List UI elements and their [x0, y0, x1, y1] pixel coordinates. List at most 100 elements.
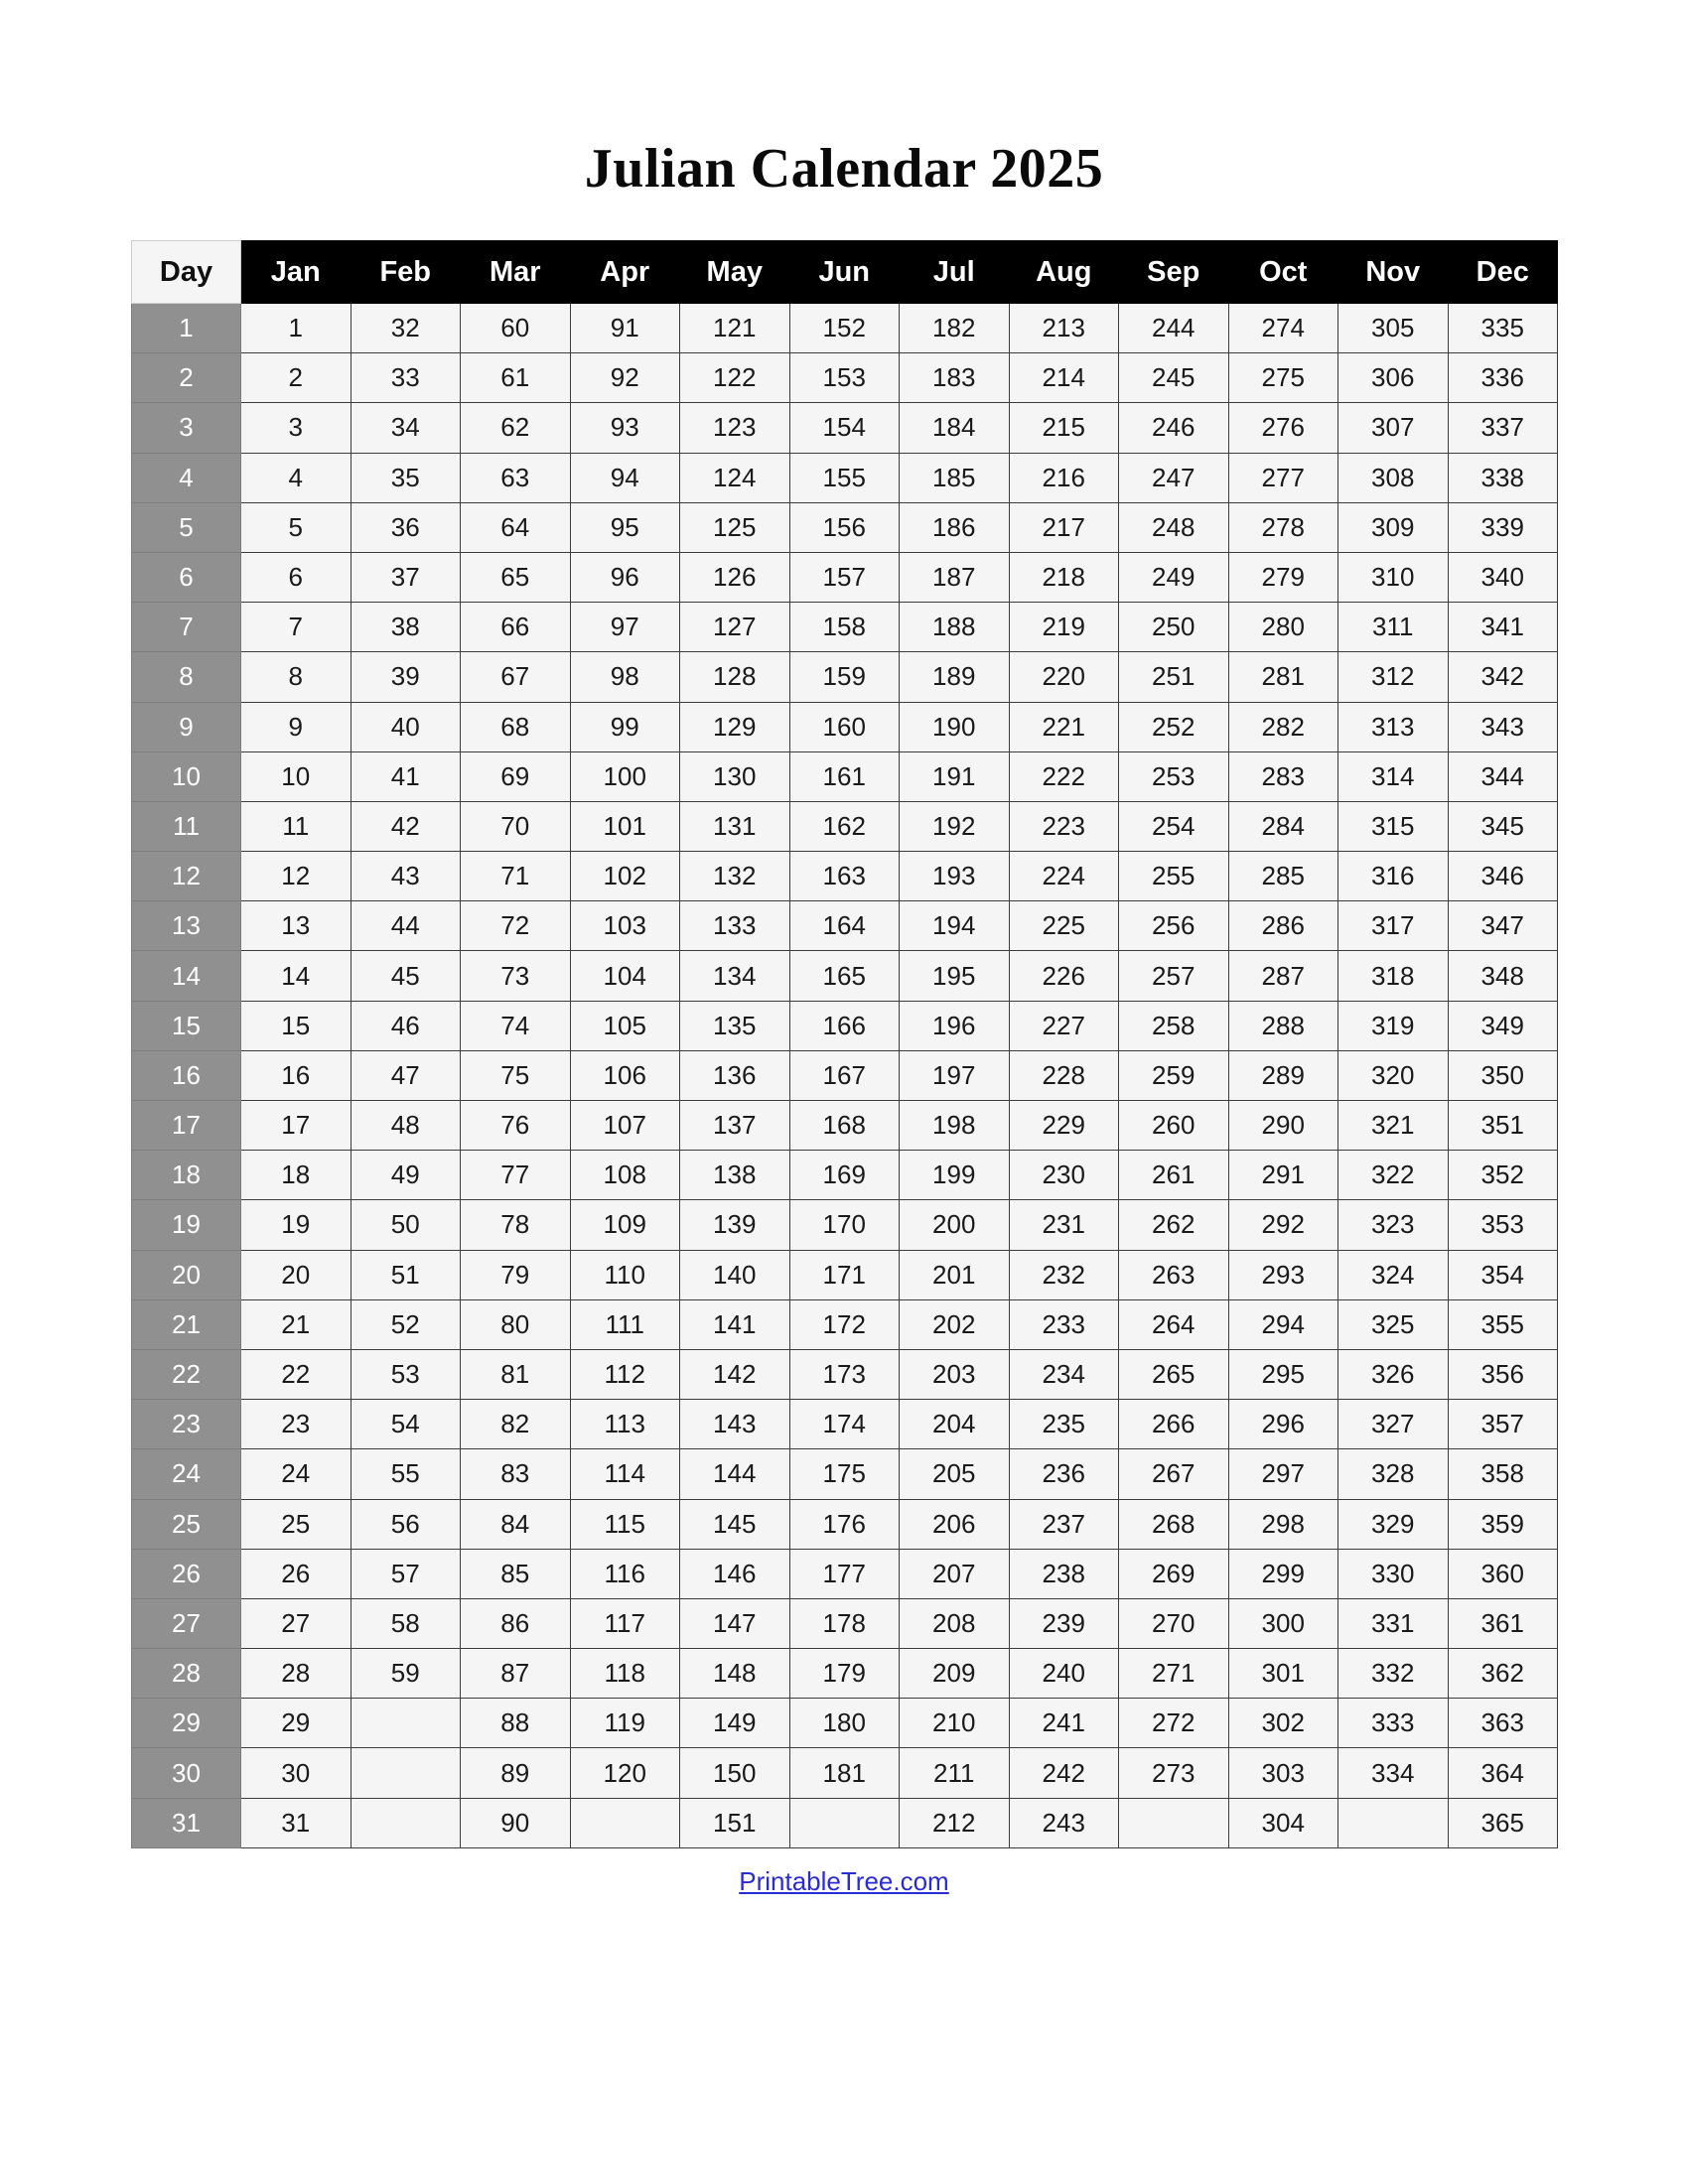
page-title: Julian Calendar 2025 [584, 138, 1104, 200]
julian-day-cell: 285 [1227, 851, 1338, 902]
julian-day-cell: 197 [899, 1049, 1010, 1102]
julian-day-cell: 33 [350, 352, 461, 404]
julian-day-cell: 166 [788, 1000, 900, 1051]
julian-day-cell: 12 [240, 851, 352, 902]
julian-day-cell: 235 [1008, 1399, 1119, 1450]
julian-day-cell [788, 1797, 900, 1848]
julian-day-cell: 199 [899, 1150, 1010, 1201]
julian-day-cell: 345 [1447, 800, 1558, 853]
julian-day-cell: 267 [1118, 1448, 1229, 1500]
column-header-oct: Oct [1227, 240, 1338, 304]
julian-day-cell: 294 [1227, 1298, 1338, 1350]
printabletree-link[interactable]: PrintableTree.com [739, 1866, 948, 1896]
julian-day-cell: 296 [1227, 1399, 1338, 1450]
julian-day-cell: 323 [1337, 1199, 1449, 1251]
julian-day-cell: 14 [240, 950, 352, 1002]
julian-day-cell: 221 [1008, 701, 1119, 752]
julian-day-cell: 185 [899, 452, 1010, 503]
column-header-dec: Dec [1447, 240, 1558, 304]
table-row: 7 7 38 66 97 127 158 188 219 250 280 311 341 [131, 602, 1558, 653]
julian-day-cell: 83 [460, 1448, 571, 1500]
julian-day-cell: 288 [1227, 1000, 1338, 1051]
calendar-page: Julian Calendar 2025 Day Jan Feb Mar Apr May J… [0, 0, 1688, 2184]
table-row: 31 31 90 151 212 243 304 365 [131, 1797, 1558, 1848]
julian-day-cell: 63 [460, 452, 571, 503]
julian-day-cell: 99 [569, 701, 680, 752]
julian-day-cell: 314 [1337, 751, 1449, 802]
julian-day-cell: 209 [899, 1648, 1010, 1700]
julian-day-cell: 205 [899, 1448, 1010, 1500]
day-number-cell: 1 [131, 302, 241, 354]
julian-day-cell: 195 [899, 950, 1010, 1002]
julian-day-cell: 125 [679, 501, 790, 553]
julian-day-cell: 360 [1447, 1548, 1558, 1599]
julian-day-cell: 142 [679, 1348, 790, 1401]
julian-day-cell: 303 [1227, 1747, 1338, 1799]
julian-day-cell: 306 [1337, 352, 1449, 404]
julian-day-cell: 315 [1337, 800, 1449, 853]
julian-day-cell: 251 [1118, 651, 1229, 703]
julian-day-cell: 154 [788, 402, 900, 454]
julian-day-cell: 122 [679, 352, 790, 404]
julian-day-cell: 143 [679, 1399, 790, 1450]
julian-day-cell: 102 [569, 851, 680, 902]
julian-day-cell: 9 [240, 701, 352, 752]
julian-day-cell: 344 [1447, 751, 1558, 802]
julian-day-cell: 358 [1447, 1448, 1558, 1500]
julian-day-cell: 338 [1447, 452, 1558, 503]
julian-day-cell: 73 [460, 950, 571, 1002]
table-row: 24 24 55 83 114 144 175 205 236 267 297 328 358 [131, 1448, 1558, 1500]
julian-day-cell: 153 [788, 352, 900, 404]
julian-day-cell: 266 [1118, 1399, 1229, 1450]
julian-day-cell: 79 [460, 1249, 571, 1300]
julian-day-cell: 259 [1118, 1049, 1229, 1102]
julian-day-cell: 8 [240, 651, 352, 703]
julian-day-cell: 231 [1008, 1199, 1119, 1251]
julian-day-cell: 228 [1008, 1049, 1119, 1102]
julian-day-cell: 124 [679, 452, 790, 503]
julian-day-cell: 213 [1008, 302, 1119, 354]
julian-day-cell: 273 [1118, 1747, 1229, 1799]
julian-day-cell: 139 [679, 1199, 790, 1251]
julian-day-cell: 291 [1227, 1150, 1338, 1201]
julian-day-cell: 2 [240, 352, 352, 404]
julian-day-cell: 191 [899, 751, 1010, 802]
julian-day-cell: 337 [1447, 402, 1558, 454]
julian-day-cell: 10 [240, 751, 352, 802]
julian-day-cell: 261 [1118, 1150, 1229, 1201]
day-number-cell: 10 [131, 751, 241, 802]
julian-day-cell: 232 [1008, 1249, 1119, 1300]
julian-day-cell: 188 [899, 602, 1010, 653]
day-number-cell: 4 [131, 452, 241, 503]
julian-day-cell: 158 [788, 602, 900, 653]
julian-day-cell: 167 [788, 1049, 900, 1102]
day-number-cell: 23 [131, 1399, 241, 1450]
julian-day-cell: 117 [569, 1597, 680, 1650]
julian-day-cell: 299 [1227, 1548, 1338, 1599]
julian-day-cell: 129 [679, 701, 790, 752]
julian-day-cell: 214 [1008, 352, 1119, 404]
julian-day-cell: 68 [460, 701, 571, 752]
julian-day-cell: 65 [460, 551, 571, 604]
julian-day-cell: 336 [1447, 352, 1558, 404]
table-row: 6 6 37 65 96 126 157 187 218 249 279 310 340 [131, 551, 1558, 604]
julian-day-cell: 212 [899, 1797, 1010, 1848]
julian-day-cell: 20 [240, 1249, 352, 1300]
julian-day-cell: 236 [1008, 1448, 1119, 1500]
julian-day-cell: 364 [1447, 1747, 1558, 1799]
julian-day-cell: 21 [240, 1298, 352, 1350]
julian-day-cell: 31 [240, 1797, 352, 1848]
julian-day-cell: 239 [1008, 1597, 1119, 1650]
julian-day-cell: 3 [240, 402, 352, 454]
day-number-cell: 2 [131, 352, 241, 404]
julian-day-cell: 339 [1447, 501, 1558, 553]
julian-day-cell: 304 [1227, 1797, 1338, 1848]
julian-day-cell: 265 [1118, 1348, 1229, 1401]
julian-day-cell: 281 [1227, 651, 1338, 703]
julian-day-cell: 91 [569, 302, 680, 354]
column-header-nov: Nov [1337, 240, 1449, 304]
column-header-aug: Aug [1008, 240, 1119, 304]
julian-day-cell: 190 [899, 701, 1010, 752]
julian-day-cell: 92 [569, 352, 680, 404]
julian-day-cell: 317 [1337, 900, 1449, 952]
